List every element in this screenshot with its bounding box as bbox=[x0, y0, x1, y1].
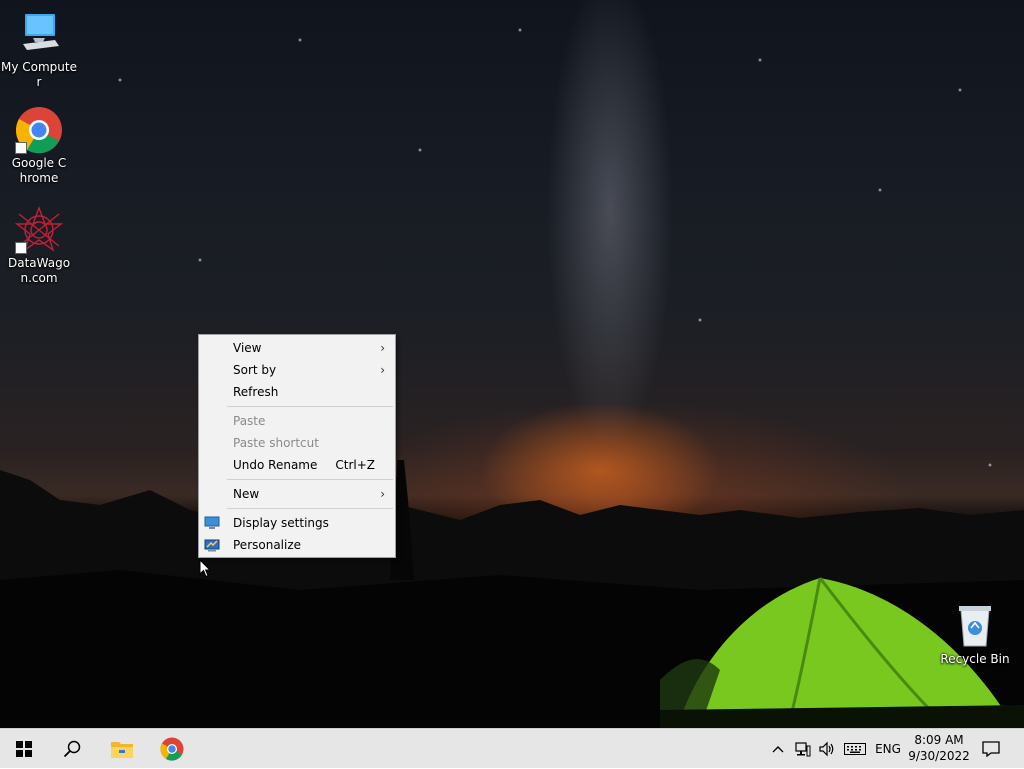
taskbar: ENG 8:09 AM 9/30/2022 bbox=[0, 728, 1024, 768]
menu-item-view[interactable]: View › bbox=[199, 337, 395, 359]
clock-time: 8:09 AM bbox=[914, 733, 964, 747]
menu-item-label: Undo Rename bbox=[233, 458, 318, 472]
desktop[interactable]: My Computer Google Chrome DataWagon.com … bbox=[0, 0, 1024, 728]
volume-button[interactable] bbox=[816, 729, 838, 769]
menu-item-label: Refresh bbox=[233, 385, 279, 399]
menu-item-paste: Paste bbox=[199, 410, 395, 432]
search-button[interactable] bbox=[48, 729, 96, 769]
notification-icon bbox=[982, 741, 1000, 757]
menu-item-label: Display settings bbox=[233, 516, 329, 530]
mouse-cursor-icon bbox=[199, 559, 211, 578]
shortcut-arrow-icon bbox=[15, 142, 27, 154]
display-settings-icon bbox=[204, 516, 220, 529]
desktop-icon-label: DataWagon.com bbox=[7, 256, 71, 285]
menu-item-shortcut: Ctrl+Z bbox=[335, 458, 375, 472]
touch-keyboard-button[interactable] bbox=[842, 729, 868, 769]
computer-icon bbox=[15, 10, 63, 58]
network-button[interactable] bbox=[792, 729, 814, 769]
menu-item-paste-shortcut: Paste shortcut bbox=[199, 432, 395, 454]
shortcut-arrow-icon bbox=[15, 242, 27, 254]
chrome-icon bbox=[15, 106, 63, 154]
desktop-icon-label: My Computer bbox=[1, 60, 77, 89]
menu-item-label: New bbox=[233, 487, 260, 501]
menu-separator bbox=[227, 406, 393, 407]
menu-item-undo-rename[interactable]: Undo Rename Ctrl+Z bbox=[199, 454, 395, 476]
chevron-right-icon: › bbox=[380, 363, 385, 377]
input-language-button[interactable]: ENG bbox=[872, 729, 904, 769]
search-icon bbox=[63, 740, 81, 758]
file-explorer-icon bbox=[111, 742, 133, 758]
network-icon bbox=[795, 742, 811, 757]
chrome-taskbar-button[interactable] bbox=[148, 729, 196, 769]
desktop-icon-my-computer[interactable]: My Computer bbox=[1, 10, 77, 90]
menu-item-label: Sort by bbox=[233, 363, 277, 377]
start-icon bbox=[16, 741, 32, 757]
chrome-icon bbox=[160, 737, 184, 761]
menu-item-label: Personalize bbox=[233, 538, 302, 552]
chevron-right-icon: › bbox=[380, 487, 385, 501]
clock-date: 9/30/2022 bbox=[908, 749, 970, 763]
menu-separator bbox=[227, 479, 393, 480]
keyboard-icon bbox=[844, 743, 866, 755]
desktop-icon-datawagon[interactable]: DataWagon.com bbox=[1, 206, 77, 286]
menu-separator bbox=[227, 508, 393, 509]
desktop-icon-label: Recycle Bin bbox=[940, 652, 1010, 666]
menu-item-sort-by[interactable]: Sort by › bbox=[199, 359, 395, 381]
clock-button[interactable]: 8:09 AM 9/30/2022 bbox=[903, 732, 975, 764]
menu-item-display-settings[interactable]: Display settings bbox=[199, 512, 395, 534]
desktop-icon-label: Google Chrome bbox=[11, 156, 67, 185]
menu-item-label: Paste shortcut bbox=[233, 436, 319, 450]
personalize-icon bbox=[204, 539, 220, 552]
menu-item-personalize[interactable]: Personalize bbox=[199, 534, 395, 556]
show-hidden-icons-button[interactable] bbox=[768, 729, 788, 769]
menu-item-label: View bbox=[233, 341, 262, 355]
menu-item-label: Paste bbox=[233, 414, 266, 428]
menu-item-new[interactable]: New › bbox=[199, 483, 395, 505]
desktop-icon-google-chrome[interactable]: Google Chrome bbox=[1, 106, 77, 186]
chevron-right-icon: › bbox=[380, 341, 385, 355]
file-explorer-button[interactable] bbox=[98, 729, 146, 769]
desktop-context-menu: View › Sort by › Refresh Paste Paste sho… bbox=[198, 334, 396, 558]
recycle-bin-icon bbox=[951, 602, 999, 650]
chevron-up-icon bbox=[772, 746, 784, 753]
start-button[interactable] bbox=[0, 729, 48, 769]
menu-item-refresh[interactable]: Refresh bbox=[199, 381, 395, 403]
desktop-icon-recycle-bin[interactable]: Recycle Bin bbox=[937, 602, 1013, 667]
speaker-icon bbox=[819, 741, 834, 757]
datawagon-icon bbox=[14, 206, 64, 254]
action-center-button[interactable] bbox=[978, 729, 1004, 769]
